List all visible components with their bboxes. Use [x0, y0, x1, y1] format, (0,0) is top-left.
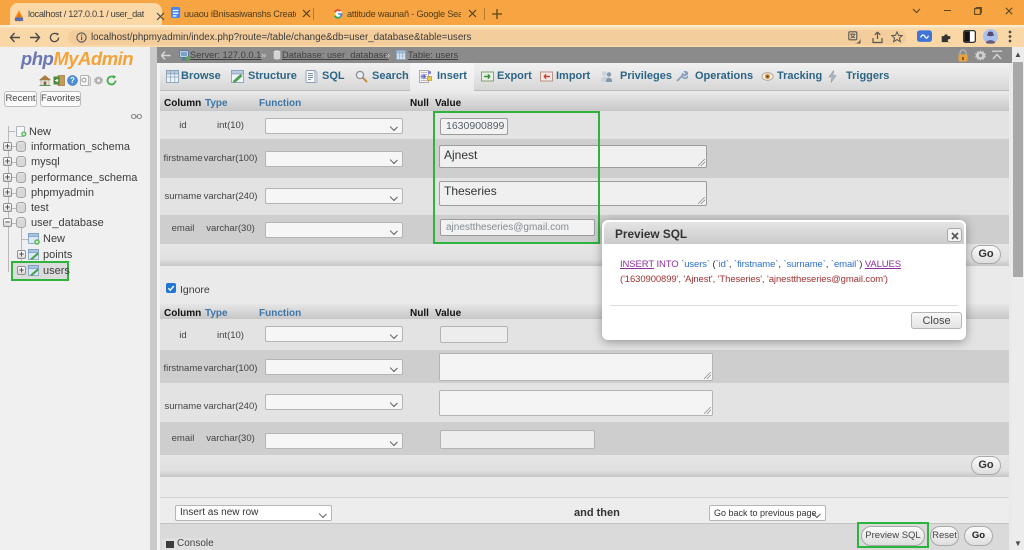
svg-text:?: ? [70, 76, 75, 85]
